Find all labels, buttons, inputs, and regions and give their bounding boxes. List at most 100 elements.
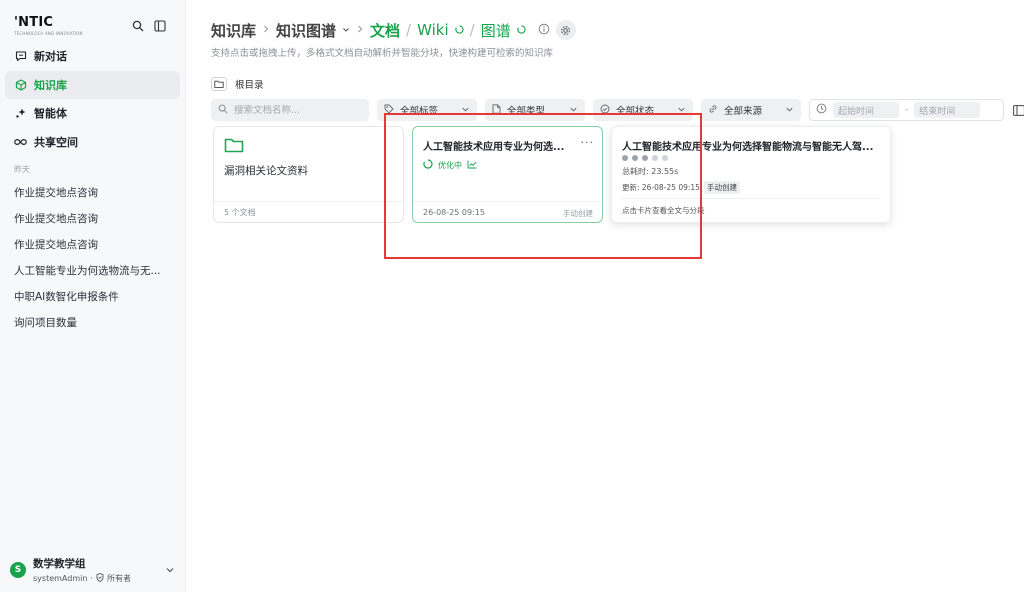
separator-dot: ·	[90, 574, 93, 583]
loading-icon	[517, 23, 526, 37]
user-info: 数学教学组 systemAdmin · 所有者	[33, 556, 157, 584]
shield-icon	[96, 573, 104, 584]
root-directory[interactable]: 根目录	[211, 75, 1024, 93]
trend-chart-icon[interactable]	[467, 160, 477, 171]
chevron-down-icon[interactable]	[164, 564, 176, 576]
tab-wiki[interactable]: Wiki	[417, 21, 449, 39]
folder-name: 漏洞相关论文资料	[224, 165, 308, 177]
sidebar-toggle-icon[interactable]	[153, 19, 167, 33]
loading-icon	[454, 23, 464, 37]
sidebar-item-label: 新对话	[34, 50, 67, 63]
history-item[interactable]: 人工智能专业为何选物流与无...	[0, 257, 185, 283]
user-profile[interactable]: S 数学教学组 systemAdmin · 所有者	[0, 548, 186, 592]
update-time: 更新: 26-08-25 09:15	[622, 183, 700, 192]
card-divider	[413, 201, 602, 202]
tag-filter-select[interactable]: 全部标签	[377, 99, 477, 121]
tab-knowledge-graph[interactable]: 知识图谱	[276, 20, 336, 41]
page-subtitle: 支持点击或拖拽上传，多格式文档自动解析并智能分块，快速构建可检索的知识库	[211, 48, 554, 59]
folder-doc-count: 5 个文档	[224, 208, 256, 217]
status-badge: 优化中	[423, 159, 477, 171]
history-item[interactable]: 中职AI数智化申报条件	[0, 283, 185, 309]
status-filter-select[interactable]: 全部状态	[593, 99, 693, 121]
sidebar-item-shared-space[interactable]: 共享空间	[5, 128, 180, 156]
sidebar-item-label: 共享空间	[34, 135, 78, 149]
loading-icon	[423, 159, 433, 171]
history-item[interactable]: 作业提交地点咨询	[0, 179, 185, 205]
date-range-dash: -	[905, 105, 909, 115]
source-tag: 手动创建	[703, 181, 740, 194]
history-list: 作业提交地点咨询 作业提交地点咨询 作业提交地点咨询 人工智能专业为何选物流与无…	[0, 179, 185, 335]
card-hint: 点击卡片查看全文与分段	[622, 206, 705, 215]
view-toggle-icon[interactable]	[1012, 103, 1024, 117]
end-date-input[interactable]: 结束时间	[914, 102, 981, 118]
folder-card[interactable]: 漏洞相关论文资料 5 个文档	[213, 126, 404, 223]
document-date: 26-08-25 09:15	[423, 208, 485, 217]
check-circle-icon	[600, 103, 610, 117]
breadcrumb-separator: /	[469, 21, 475, 39]
date-range-picker: 起始时间 - 结束时间	[809, 99, 1004, 121]
document-source: 手动创建	[563, 209, 593, 218]
sidebar: 'NTIC TECHNOLOGY AND INNOVATION 新对话 知识库 …	[0, 0, 186, 592]
settings-button[interactable]	[555, 20, 576, 40]
history-item[interactable]: 作业提交地点咨询	[0, 231, 185, 257]
more-options-button[interactable]: ···	[581, 136, 595, 149]
folder-icon	[224, 137, 244, 156]
sidebar-nav: 新对话 知识库 智能体 共享空间	[0, 38, 185, 156]
root-directory-label: 根目录	[235, 80, 264, 91]
chat-edit-icon	[14, 50, 27, 63]
history-section-label: 昨天	[14, 165, 30, 175]
sidebar-item-label: 知识库	[34, 78, 67, 92]
chevron-right-icon	[262, 23, 270, 37]
brand-row: 'NTIC TECHNOLOGY AND INNOVATION	[0, 0, 185, 38]
folder-icon	[211, 77, 227, 91]
chevron-down-icon[interactable]	[342, 23, 350, 37]
progress-step	[632, 155, 638, 161]
tag-icon	[384, 103, 394, 117]
avatar: S	[10, 562, 26, 578]
history-item[interactable]: 作业提交地点咨询	[0, 205, 185, 231]
search-icon[interactable]	[131, 19, 145, 33]
sidebar-item-knowledge-base[interactable]: 知识库	[5, 70, 180, 99]
search-icon	[218, 103, 228, 117]
tab-atlas[interactable]: 图谱	[481, 20, 511, 41]
document-detail-card[interactable]: 人工智能技术应用专业为何选择智能物流与智能无人驾... 总耗时: 23.55s …	[611, 126, 891, 223]
link-icon	[708, 103, 718, 117]
search-field	[211, 99, 369, 121]
logo[interactable]: 'NTIC TECHNOLOGY AND INNOVATION	[14, 16, 83, 36]
source-filter-value: 全部来源	[724, 106, 763, 117]
progress-steps	[622, 155, 668, 161]
card-divider	[622, 198, 880, 199]
progress-step	[642, 155, 648, 161]
sidebar-item-new-chat[interactable]: 新对话	[5, 42, 180, 70]
document-card[interactable]: 人工智能技术应用专业为何选... ··· 优化中 26-08-25 09:15 …	[412, 126, 603, 223]
update-info: 更新: 26-08-25 09:15 手动创建	[622, 181, 740, 194]
file-icon	[492, 103, 501, 117]
user-account: systemAdmin	[33, 574, 88, 583]
chevron-down-icon	[569, 103, 578, 117]
sidebar-item-label: 智能体	[34, 107, 67, 121]
type-filter-value: 全部类型	[507, 106, 546, 117]
chevron-down-icon	[461, 103, 470, 117]
clock-icon	[816, 103, 827, 117]
main-content: 知识库 知识图谱 文档 / Wiki / 图谱 支持点击或拖拽上传，多格式文档自…	[186, 0, 1024, 592]
cube-icon	[14, 78, 27, 91]
sparkle-icon	[14, 107, 27, 120]
tab-documents[interactable]: 文档	[370, 20, 400, 41]
type-filter-select[interactable]: 全部类型	[485, 99, 585, 121]
status-text: 优化中	[438, 160, 462, 170]
progress-step	[652, 155, 658, 161]
progress-step	[662, 155, 668, 161]
total-duration: 总耗时: 23.55s	[622, 167, 679, 176]
chevron-right-icon	[356, 23, 364, 37]
tab-knowledge-base[interactable]: 知识库	[211, 20, 256, 41]
start-date-input[interactable]: 起始时间	[833, 102, 899, 118]
info-icon[interactable]	[538, 23, 550, 38]
filter-bar: 全部标签 全部类型 全部状态 全部来源	[211, 99, 1024, 121]
history-item[interactable]: 询问项目数量	[0, 309, 185, 335]
source-filter-select[interactable]: 全部来源	[701, 99, 801, 121]
chevron-down-icon	[785, 103, 794, 117]
user-role: 所有者	[106, 574, 131, 583]
sidebar-item-agents[interactable]: 智能体	[5, 99, 180, 127]
search-input[interactable]	[234, 104, 354, 116]
logo-text: 'NTIC	[14, 15, 54, 30]
